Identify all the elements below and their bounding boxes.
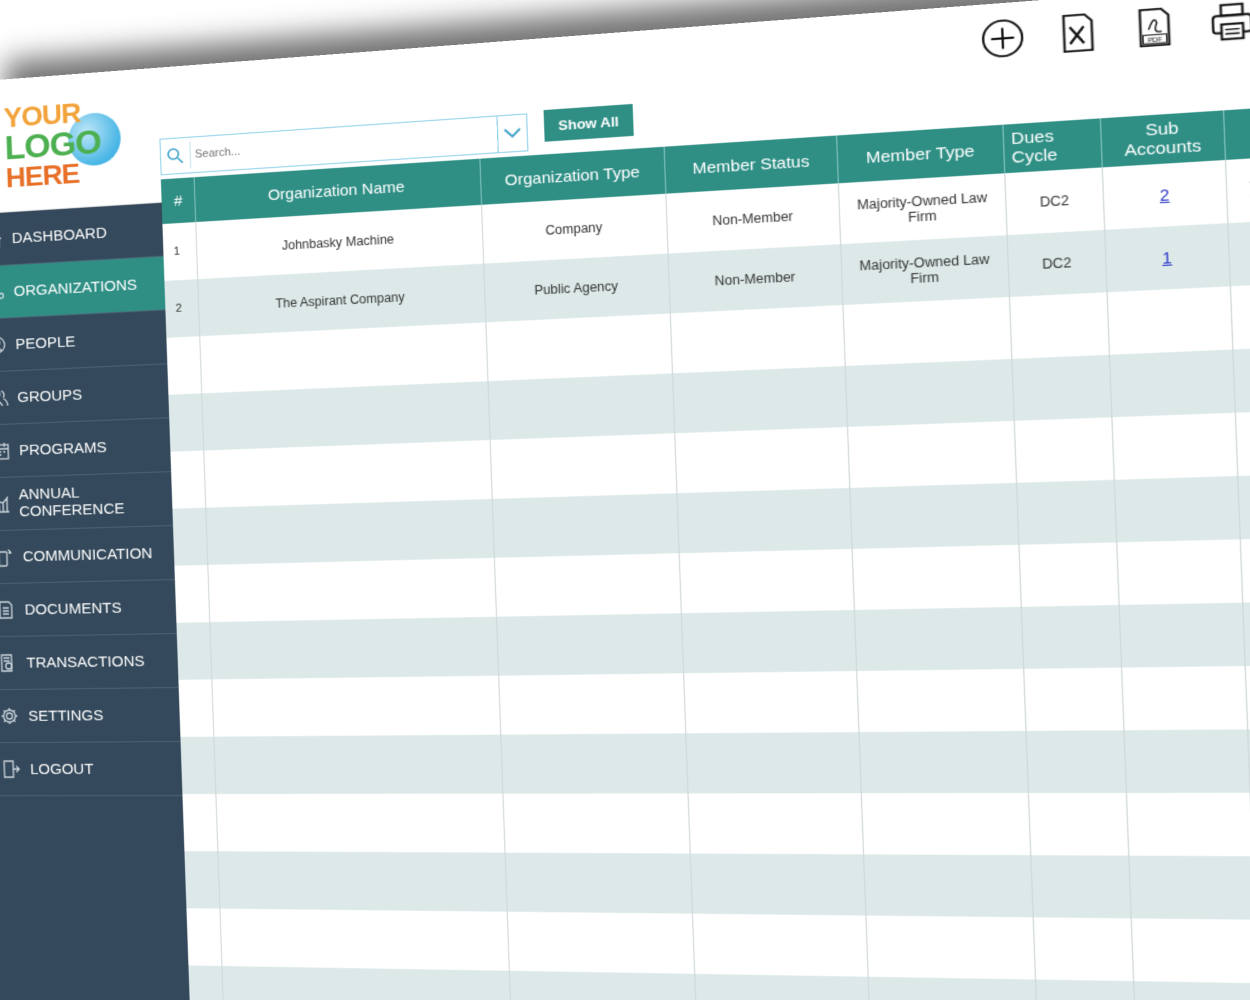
cell-member-status: Non-Member (668, 244, 844, 314)
excel-export-icon[interactable] (1053, 7, 1104, 59)
pdf-label: PDF (1148, 37, 1163, 45)
cell-open[interactable] (1225, 156, 1250, 223)
person-icon (0, 334, 8, 357)
print-icon[interactable] (1206, 0, 1250, 48)
cell-member-type: Majority-Owned Law Firm (838, 173, 1007, 245)
sidebar-item-groups[interactable]: GROUPS (0, 364, 170, 426)
cell-member-status: Non-Member (665, 183, 841, 254)
header-actions (1223, 106, 1250, 160)
cell-sub-accounts: 1 (1104, 223, 1230, 293)
logo-line-3: HERE (5, 157, 80, 194)
header-dues-cycle[interactable]: Dues Cycle (1002, 118, 1103, 174)
calendar-icon (0, 440, 12, 463)
app-window: YOUR LOGO HERE DASHBOARD ORGANIZATIONS P… (0, 0, 1250, 1000)
add-circle-icon[interactable] (978, 12, 1028, 64)
show-all-button[interactable]: Show All (543, 103, 634, 142)
sidebar-item-label: LOGOUT (29, 760, 94, 778)
sidebar-item-settings[interactable]: SETTINGS (0, 687, 181, 744)
cell-number: 2 (164, 279, 201, 338)
sidebar-item-label: ANNUAL CONFERENCE (18, 484, 125, 521)
sidebar-item-label: TRANSACTIONS (26, 652, 145, 672)
cell-member-type: Majority-Owned Law Firm (840, 235, 1010, 306)
search-icon (165, 145, 186, 167)
sidebar-item-transactions[interactable]: TRANSACTIONS (0, 633, 179, 691)
sidebar-item-label: PEOPLE (15, 332, 76, 353)
sidebar-item-communication[interactable]: COMMUNICATION (0, 526, 175, 585)
group-icon (0, 387, 10, 410)
cell-sub-accounts: 2 (1102, 159, 1228, 230)
logo-text: YOUR LOGO HERE (3, 96, 102, 194)
logo-line-2: LOGO (4, 122, 102, 168)
organizations-table: # Organization Name Organization Type Me… (160, 106, 1250, 1000)
phone-icon (0, 546, 15, 569)
sidebar-item-label: SETTINGS (28, 706, 104, 725)
cell-number: 1 (162, 222, 199, 281)
sidebar-item-label: ORGANIZATIONS (13, 275, 138, 300)
pdf-export-icon[interactable]: PDF (1129, 1, 1181, 54)
sidebar-item-label: COMMUNICATION (22, 544, 153, 565)
sidebar-item-label: GROUPS (16, 385, 83, 406)
sub-accounts-link[interactable]: 1 (1162, 249, 1172, 267)
chart-icon (0, 493, 11, 516)
sidebar-item-organizations[interactable]: ORGANIZATIONS (0, 256, 166, 321)
cell-organization-type: Company (481, 193, 669, 264)
sidebar-item-label: DASHBOARD (11, 223, 108, 247)
header-number[interactable]: # (160, 177, 197, 225)
search-dropdown-button[interactable] (496, 114, 528, 153)
receipt-icon (0, 652, 19, 674)
sidebar-item-people[interactable]: PEOPLE (0, 310, 168, 373)
document-icon (0, 599, 17, 621)
organization-tree-icon (0, 281, 6, 304)
sidebar-item-annual-conference[interactable]: ANNUAL CONFERENCE (0, 472, 174, 532)
home-icon (0, 228, 4, 251)
cell-open[interactable] (1227, 219, 1250, 287)
sidebar-item-programs[interactable]: PROGRAMS (0, 418, 172, 479)
main-content: PDF Show All (157, 0, 1250, 1000)
cell-organization-type: Public Agency (483, 253, 671, 323)
sub-accounts-link[interactable]: 2 (1159, 186, 1169, 204)
cell-dues-cycle: DC2 (1006, 229, 1108, 298)
chevron-down-icon (503, 127, 521, 139)
cell-dues-cycle: DC2 (1004, 167, 1105, 236)
empty-row (180, 728, 1250, 794)
logout-icon (0, 758, 23, 780)
sidebar-item-documents[interactable]: DOCUMENTS (0, 579, 177, 638)
logo: YOUR LOGO HERE (0, 67, 162, 215)
sidebar-item-logout[interactable]: LOGOUT (0, 741, 183, 797)
header-sub-accounts[interactable]: Sub Accounts (1100, 110, 1226, 168)
empty-row (182, 792, 1250, 857)
gear-icon (0, 705, 21, 727)
sidebar-item-label: DOCUMENTS (24, 598, 122, 619)
sidebar-item-label: PROGRAMS (18, 438, 107, 459)
sidebar-nav: DASHBOARD ORGANIZATIONS PEOPLE GROUPS PR… (0, 202, 183, 797)
